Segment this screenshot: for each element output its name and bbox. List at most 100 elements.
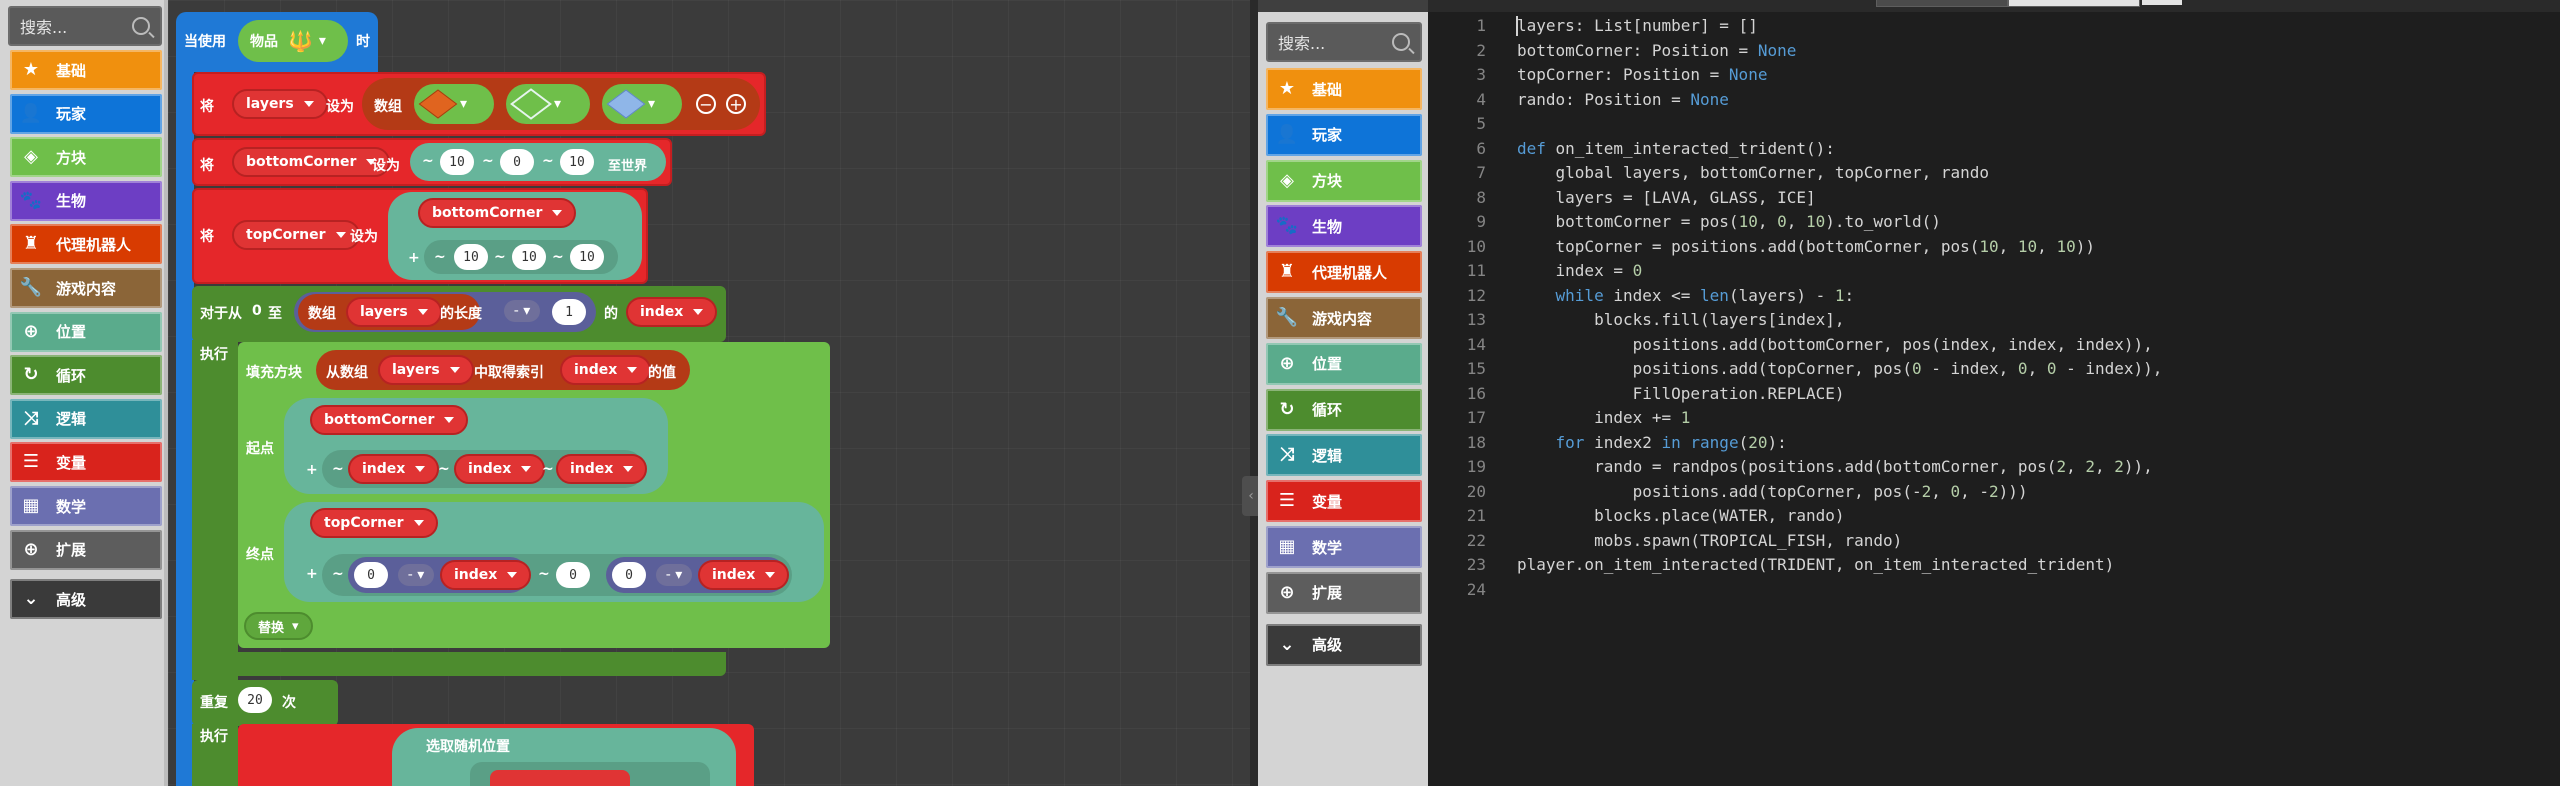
code-line[interactable]: index = 0 (1517, 261, 1643, 280)
code-line[interactable]: FillOperation.REPLACE) (1517, 384, 1845, 403)
lava-block-dropdown[interactable]: ▾ (414, 84, 494, 124)
code-line[interactable]: rando: Position = None (1517, 90, 1729, 109)
category-扩展[interactable]: ⊕ 扩展 (1266, 571, 1422, 614)
category-逻辑[interactable]: ⤨ 逻辑 (10, 398, 162, 439)
for-loop-spine (192, 340, 238, 680)
top-ref-bottom-var[interactable]: bottomCorner (418, 198, 577, 228)
category-变量[interactable]: ☰ 变量 (1266, 480, 1422, 523)
add-item-button[interactable]: + (726, 94, 746, 114)
ice-block-dropdown[interactable]: ▾ (602, 84, 682, 124)
code-line[interactable]: player.on_item_interacted(TRIDENT, on_it… (1517, 555, 2114, 574)
category-代理机器人[interactable]: ♜ 代理机器人 (10, 224, 162, 265)
minus-one-input[interactable]: 1 (552, 299, 586, 325)
random-inner-var[interactable] (490, 770, 630, 786)
bottom-var-dropdown[interactable]: bottomCorner (232, 147, 391, 177)
bottom-x-input[interactable]: 10 (440, 149, 474, 175)
category-高级[interactable]: ⌄ 高级 (10, 579, 162, 620)
code-line[interactable]: blocks.fill(layers[index], (1517, 310, 1844, 329)
category-数学[interactable]: ▦ 数学 (10, 486, 162, 526)
editor-tab-c[interactable] (2142, 0, 2182, 5)
for-do-label: 执行 (200, 347, 228, 363)
category-方块[interactable]: ◈ 方块 (1266, 159, 1422, 202)
code-line[interactable]: topCorner: Position = None (1517, 65, 1767, 84)
code-line[interactable]: layers = [LAVA, GLASS, ICE] (1517, 188, 1816, 207)
to-x-minus-dropdown[interactable]: - ▾ (398, 564, 434, 586)
category-变量[interactable]: ☰ 变量 (10, 442, 162, 483)
repeat-count-input[interactable]: 20 (238, 687, 272, 713)
minus-operator-dropdown[interactable]: - ▾ (504, 300, 540, 322)
category-位置[interactable]: ⊕ 位置 (1266, 342, 1422, 385)
split-divider[interactable] (1250, 0, 1258, 786)
code-line[interactable]: layers: List[number] = [] (1517, 16, 1758, 35)
from-x-index-var[interactable]: index (348, 454, 440, 484)
code-line[interactable]: topCorner = positions.add(bottomCorner, … (1517, 237, 2095, 256)
category-玩家[interactable]: 👤 玩家 (10, 93, 162, 134)
fill-operation-dropdown[interactable]: 替换 ▾ (244, 612, 313, 640)
bottom-y-input[interactable]: 0 (500, 149, 534, 175)
from-y-index-var[interactable]: index (454, 454, 546, 484)
code-line[interactable]: mobs.spawn(TROPICAL_FISH, rando) (1517, 531, 1902, 550)
to-x-index-var[interactable]: index (440, 560, 532, 590)
code-line[interactable]: for index2 in range(20): (1517, 433, 1787, 452)
category-逻辑[interactable]: ⤨ 逻辑 (1266, 434, 1422, 477)
to-z-index-var[interactable]: index (698, 560, 790, 590)
for-from-value: 0 (252, 303, 262, 319)
bottom-z-input[interactable]: 10 (560, 149, 594, 175)
to-z-minus-dropdown[interactable]: - ▾ (656, 564, 692, 586)
crosshair-icon: ⊕ (23, 320, 39, 342)
category-数学[interactable]: ▦ 数学 (1266, 526, 1422, 568)
from-bottom-var[interactable]: bottomCorner (310, 405, 469, 435)
category-循环[interactable]: ↻ 循环 (10, 355, 162, 396)
category-基础[interactable]: ★ 基础 (1266, 68, 1422, 110)
code-line[interactable]: def on_item_interacted_trident(): (1517, 139, 1835, 158)
top-y-input[interactable]: 10 (512, 244, 546, 270)
to-top-var[interactable]: topCorner (310, 508, 438, 538)
category-位置[interactable]: ⊕ 位置 (10, 311, 162, 352)
code-line[interactable]: while index <= len(layers) - 1: (1517, 286, 1855, 305)
search-icon[interactable] (1392, 33, 1410, 51)
category-代理机器人[interactable]: ♜ 代理机器人 (1266, 251, 1422, 294)
for-index-var[interactable]: index (626, 297, 718, 327)
fill-index-var[interactable]: index (560, 355, 652, 385)
line-number: 19 (1466, 457, 1486, 476)
category-玩家[interactable]: 👤 玩家 (1266, 113, 1422, 156)
for-array-var[interactable]: layers (346, 297, 442, 327)
code-line[interactable]: global layers, bottomCorner, topCorner, … (1517, 163, 1989, 182)
search-icon[interactable] (132, 17, 150, 35)
fill-label: 填充方块 (246, 365, 302, 381)
category-生物[interactable]: 🐾 生物 (1266, 205, 1422, 248)
category-生物[interactable]: 🐾 生物 (10, 180, 162, 221)
code-line[interactable]: positions.add(topCorner, pos(0 - index, … (1517, 359, 2163, 378)
top-var-dropdown[interactable]: topCorner (232, 220, 360, 250)
code-line[interactable]: bottomCorner: Position = None (1517, 41, 1796, 60)
from-z-index-var[interactable]: index (556, 454, 648, 484)
category-扩展[interactable]: ⊕ 扩展 (10, 529, 162, 570)
fill-array-var[interactable]: layers (378, 355, 474, 385)
category-游戏内容[interactable]: 🔧 游戏内容 (10, 268, 162, 308)
code-line[interactable]: rando = randpos(positions.add(bottomCorn… (1517, 457, 2153, 476)
category-方块[interactable]: ◈ 方块 (10, 137, 162, 178)
editor-tab-a[interactable] (1876, 0, 2008, 7)
to-x-zero-input[interactable]: 0 (354, 562, 388, 588)
code-line[interactable]: positions.add(bottomCorner, pos(index, i… (1517, 335, 2153, 354)
code-line[interactable]: blocks.place(WATER, rando) (1517, 506, 1844, 525)
code-line[interactable]: bottomCorner = pos(10, 0, 10).to_world() (1517, 212, 1941, 231)
layers-var-dropdown[interactable]: layers (232, 89, 328, 119)
code-line[interactable]: positions.add(topCorner, pos(-2, 0, -2))… (1517, 482, 2028, 501)
category-游戏内容[interactable]: 🔧 游戏内容 (1266, 297, 1422, 339)
left-search-input[interactable]: 搜索... (8, 6, 162, 46)
category-基础[interactable]: ★ 基础 (10, 50, 162, 90)
remove-item-button[interactable]: − (696, 94, 716, 114)
top-z-input[interactable]: 10 (570, 244, 604, 270)
code-line[interactable]: index += 1 (1517, 408, 1690, 427)
category-循环[interactable]: ↻ 循环 (1266, 388, 1422, 431)
glass-block-dropdown[interactable]: ▾ (506, 84, 590, 124)
right-search-input[interactable]: 搜索... (1266, 22, 1422, 62)
set-layers-prefix: 将 (200, 99, 214, 115)
to-z-zero-input[interactable]: 0 (612, 562, 646, 588)
top-x-input[interactable]: 10 (454, 244, 488, 270)
to-y-zero-input[interactable]: 0 (556, 562, 590, 588)
item-dropdown[interactable]: 物品 🔱 ▾ (238, 20, 348, 62)
editor-tab-b[interactable] (2008, 0, 2140, 7)
category-高级[interactable]: ⌄ 高级 (1266, 623, 1422, 666)
